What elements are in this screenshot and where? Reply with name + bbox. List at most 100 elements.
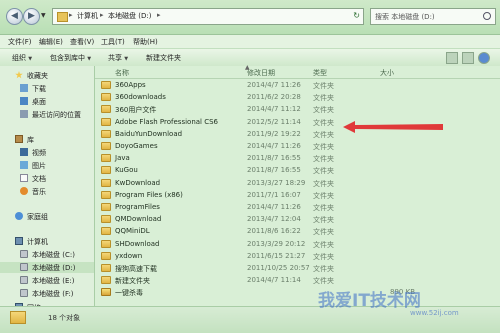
table-row[interactable]: Program Files (x86) 2011/7/1 16:07 文件夹 bbox=[95, 190, 500, 201]
menu-edit[interactable]: 编辑(E) bbox=[39, 37, 63, 47]
table-row[interactable]: QQMiniDL 2011/8/6 16:22 文件夹 bbox=[95, 226, 500, 237]
sidebar-item-computer[interactable]: 计算机 bbox=[0, 236, 94, 247]
table-row[interactable]: 一键杀毒 890 KB bbox=[95, 287, 500, 298]
file-date: 2011/9/2 19:22 bbox=[247, 129, 301, 138]
file-type: 文件夹 bbox=[313, 265, 334, 273]
share-label: 共享 bbox=[108, 54, 122, 62]
arrow-shape bbox=[343, 121, 443, 133]
table-row[interactable]: 360用户文件 2014/4/7 11:12 文件夹 bbox=[95, 104, 500, 115]
column-name[interactable]: 名称 bbox=[115, 68, 129, 78]
folder-icon bbox=[101, 81, 111, 89]
sidebar-item-drive-e[interactable]: 本地磁盘 (E:) bbox=[0, 275, 94, 286]
address-field[interactable]: ▸ 计算机 ▸ 本地磁盘 (D:) ▸ ↻ bbox=[52, 8, 364, 25]
sidebar-item-label: 本地磁盘 (C:) bbox=[32, 251, 75, 259]
sidebar-item-libraries[interactable]: 库 bbox=[0, 134, 94, 145]
recent-places-icon bbox=[20, 110, 28, 118]
file-name: KuGou bbox=[115, 166, 138, 175]
file-name: DoyoGames bbox=[115, 142, 158, 150]
sidebar-item-downloads[interactable]: 下载 bbox=[0, 83, 94, 94]
preview-pane-icon[interactable] bbox=[462, 52, 474, 64]
folder-icon bbox=[101, 190, 111, 199]
search-input[interactable]: 搜索 本地磁盘 (D:) bbox=[370, 8, 496, 25]
table-row[interactable]: 搜狗高速下载 2011/10/25 20:57 文件夹 bbox=[95, 263, 500, 274]
organize-button[interactable]: 组织 ▼ bbox=[12, 53, 32, 63]
file-date: 2013/3/27 18:29 bbox=[247, 178, 306, 187]
back-button[interactable]: ◀ bbox=[6, 8, 23, 25]
file-type: 文件夹 bbox=[313, 106, 334, 115]
table-row[interactable]: KuGou 2011/8/7 16:55 文件夹 bbox=[95, 165, 500, 176]
file-type: 文件夹 bbox=[313, 228, 334, 237]
sidebar-item-drive-c[interactable]: 本地磁盘 (C:) bbox=[0, 249, 94, 260]
drive-icon bbox=[20, 289, 28, 297]
table-row[interactable]: ProgramFiles 2014/4/7 11:26 文件夹 bbox=[95, 202, 500, 213]
folder-icon bbox=[101, 154, 111, 163]
column-size[interactable]: 大小 bbox=[380, 68, 394, 78]
history-dropdown-icon[interactable]: ▼ bbox=[41, 12, 46, 19]
table-row[interactable]: QMDownload 2013/4/7 12:04 文件夹 bbox=[95, 214, 500, 225]
sidebar-item-drive-f[interactable]: 本地磁盘 (F:) bbox=[0, 288, 94, 299]
menu-view[interactable]: 查看(V) bbox=[70, 37, 94, 47]
sidebar-item-label: 视频 bbox=[32, 149, 46, 157]
file-type: 文件夹 bbox=[313, 118, 334, 127]
desktop-icon bbox=[20, 97, 28, 105]
include-in-library-button[interactable]: 包含到库中 ▼ bbox=[50, 53, 91, 63]
star-icon bbox=[15, 71, 23, 79]
table-row[interactable]: DoyoGames 2014/4/7 11:26 文件夹 bbox=[95, 141, 500, 152]
explorer-window: ◀ ▶ ▼ ▸ 计算机 ▸ 本地磁盘 (D:) ▸ ↻ 搜索 本地磁盘 (D:)… bbox=[0, 0, 500, 333]
folder-icon bbox=[101, 129, 111, 138]
watermark-url: www.52ij.com bbox=[410, 309, 459, 317]
sidebar-item-drive-d[interactable]: 本地磁盘 (D:) bbox=[0, 262, 94, 273]
download-folder-icon bbox=[20, 84, 28, 92]
file-type: 文件夹 bbox=[313, 252, 334, 261]
column-type[interactable]: 类型 bbox=[313, 68, 327, 78]
folder-icon bbox=[57, 12, 68, 22]
breadcrumb-separator-icon: ▸ bbox=[69, 11, 73, 19]
table-row[interactable]: 新建文件夹 2014/4/7 11:14 文件夹 bbox=[95, 275, 500, 286]
chevron-down-icon: ▼ bbox=[87, 56, 92, 62]
navigation-pane: 收藏夹 下载 桌面 最近访问的位置 库 视频 图片 文档 音乐 家庭组 计算机 … bbox=[0, 66, 95, 312]
folder-icon bbox=[101, 276, 111, 285]
sidebar-item-favorites[interactable]: 收藏夹 bbox=[0, 70, 94, 81]
view-options-icon[interactable] bbox=[446, 52, 458, 64]
sidebar-item-music[interactable]: 音乐 bbox=[0, 186, 94, 197]
breadcrumb-computer[interactable]: 计算机 bbox=[77, 11, 98, 21]
sidebar-item-homegroup[interactable]: 家庭组 bbox=[0, 211, 94, 222]
file-name: BaiduYunDownload bbox=[115, 129, 183, 138]
table-row[interactable]: 360Apps 2014/4/7 11:26 文件夹 bbox=[95, 80, 500, 91]
breadcrumb-drive-d[interactable]: 本地磁盘 (D:) bbox=[108, 11, 151, 21]
sidebar-item-recent[interactable]: 最近访问的位置 bbox=[0, 109, 94, 120]
sidebar-item-desktop[interactable]: 桌面 bbox=[0, 96, 94, 107]
menu-help[interactable]: 帮助(H) bbox=[133, 37, 158, 47]
sidebar-item-documents[interactable]: 文档 bbox=[0, 173, 94, 184]
chevron-down-icon: ▼ bbox=[28, 56, 33, 62]
file-name: KwDownload bbox=[115, 178, 161, 187]
search-icon bbox=[483, 12, 491, 20]
table-row[interactable]: 360downloads 2011/6/2 20:28 文件夹 bbox=[95, 92, 500, 103]
file-type: 文件夹 bbox=[313, 94, 334, 103]
help-icon[interactable] bbox=[478, 52, 490, 64]
menu-file[interactable]: 文件(F) bbox=[8, 37, 32, 47]
sidebar-item-label: 收藏夹 bbox=[27, 72, 48, 80]
file-name: 360downloads bbox=[115, 93, 166, 102]
sidebar-item-label: 下载 bbox=[32, 85, 46, 93]
forward-button[interactable]: ▶ bbox=[23, 8, 40, 25]
menu-tools[interactable]: 工具(T) bbox=[101, 37, 125, 47]
file-date: 2011/6/15 21:27 bbox=[247, 251, 306, 260]
refresh-icon[interactable]: ↻ bbox=[353, 11, 360, 20]
table-row[interactable]: SHDownload 2013/3/29 20:12 文件夹 bbox=[95, 239, 500, 250]
sidebar-item-label: 家庭组 bbox=[27, 213, 48, 221]
table-row[interactable]: Java 2011/8/7 16:55 文件夹 bbox=[95, 153, 500, 164]
sidebar-item-pictures[interactable]: 图片 bbox=[0, 160, 94, 171]
table-row[interactable]: yxdown 2011/6/15 21:27 文件夹 bbox=[95, 251, 500, 262]
file-date: 2011/8/7 16:55 bbox=[247, 154, 301, 163]
share-button[interactable]: 共享 ▼ bbox=[108, 53, 128, 63]
item-count: 18 个对象 bbox=[48, 314, 81, 322]
new-folder-button[interactable]: 新建文件夹 bbox=[146, 53, 181, 63]
file-name: QQMiniDL bbox=[115, 227, 150, 236]
column-date[interactable]: 修改日期 bbox=[247, 68, 275, 78]
table-row[interactable]: KwDownload 2013/3/27 18:29 文件夹 bbox=[95, 178, 500, 189]
file-type: 文件夹 bbox=[313, 204, 334, 212]
sidebar-item-label: 图片 bbox=[32, 162, 46, 170]
folder-icon bbox=[101, 93, 111, 102]
sidebar-item-videos[interactable]: 视频 bbox=[0, 147, 94, 158]
